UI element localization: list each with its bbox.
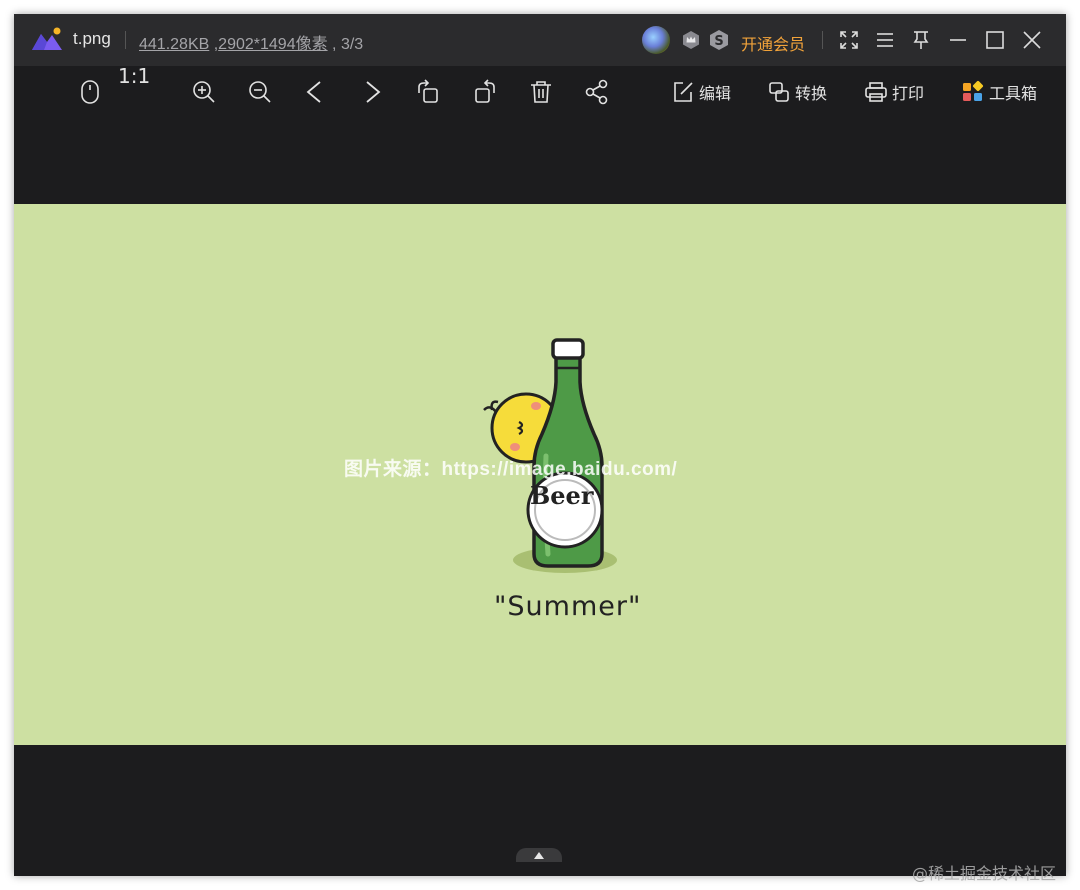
minimize-button[interactable] [944, 26, 972, 54]
file-info: 441.28KB ,2902*1494像素 , 3/3 [139, 30, 363, 54]
edit-label: 编辑 [699, 86, 732, 103]
svg-text:S: S [714, 34, 723, 49]
toolbar: 编辑 转换 打印 工具箱 [14, 66, 1066, 116]
convert-label: 转换 [795, 86, 828, 103]
app-logo-icon [32, 27, 62, 50]
mouse-icon [81, 80, 99, 104]
menu-icon [877, 33, 893, 47]
edit-button[interactable]: 编辑 [671, 79, 731, 105]
pin-icon [913, 31, 929, 49]
prev-icon [306, 81, 321, 103]
title-bar: t.png 441.28KB ,2902*1494像素 , 3/3 S 开通会员 [14, 14, 1066, 66]
menu-button[interactable] [871, 26, 899, 54]
comma: , [209, 36, 219, 53]
zoom-out-button[interactable] [246, 78, 274, 106]
close-icon [1023, 31, 1041, 49]
share-button[interactable] [583, 78, 611, 106]
share-icon [585, 79, 608, 105]
toolbox-button[interactable]: 工具箱 [961, 79, 1037, 105]
print-button[interactable]: 打印 [864, 79, 924, 105]
dimensions-link[interactable]: 2902*1494像素 [218, 36, 327, 53]
print-icon [865, 82, 887, 102]
image-watermark: 图片来源：https://image.baidu.com/ [344, 459, 678, 480]
rotate-left-icon [418, 79, 438, 103]
divider [125, 31, 126, 49]
next-icon [366, 81, 381, 103]
next-button[interactable] [358, 78, 386, 106]
convert-icon [769, 82, 789, 102]
beer-bottle-illustration [526, 338, 604, 568]
close-button[interactable] [1018, 26, 1046, 54]
image-caption: "Summer" [494, 591, 642, 622]
vip-button[interactable]: 开通会员 [741, 31, 805, 55]
avatar[interactable] [642, 26, 670, 54]
expand-up-icon [534, 851, 544, 859]
fullscreen-icon [840, 31, 858, 49]
expand-thumbnails-button[interactable] [516, 848, 562, 862]
comma: , [327, 36, 341, 53]
zoom-in-button[interactable] [190, 78, 218, 106]
rotate-right-icon [475, 79, 495, 103]
zoom-out-icon [249, 81, 271, 103]
maximize-icon [986, 31, 1004, 49]
pin-button[interactable] [907, 26, 935, 54]
s-badge-icon[interactable]: S [708, 29, 730, 51]
minimize-icon [950, 39, 966, 41]
image-canvas[interactable]: Beer 图片来源：https://image.baidu.com/ "Summ… [14, 204, 1066, 745]
toolbox-label: 工具箱 [989, 86, 1038, 103]
rotate-right-button[interactable] [471, 78, 499, 106]
file-name: t.png [73, 29, 111, 48]
fullscreen-button[interactable] [835, 26, 863, 54]
file-size-link[interactable]: 441.28KB [139, 36, 209, 53]
divider [822, 31, 823, 49]
rotate-left-button[interactable] [414, 78, 442, 106]
delete-button[interactable] [527, 78, 555, 106]
mouse-mode-button[interactable] [76, 78, 104, 106]
convert-button[interactable]: 转换 [767, 79, 827, 105]
delete-icon [531, 81, 551, 103]
edit-icon [674, 82, 693, 102]
previous-button[interactable] [301, 78, 329, 106]
actual-size-button[interactable]: 1:1 [118, 64, 150, 88]
bottle-label-text: Beer [530, 481, 594, 510]
toolbox-icon [963, 80, 984, 101]
community-watermark: @稀土掘金技术社区 [912, 864, 1057, 883]
image-position: 3/3 [340, 36, 364, 53]
crown-badge-icon[interactable] [680, 29, 702, 51]
print-label: 打印 [892, 86, 925, 103]
zoom-in-icon [193, 81, 215, 103]
maximize-button[interactable] [981, 26, 1009, 54]
image-viewer-window: t.png 441.28KB ,2902*1494像素 , 3/3 S 开通会员 [14, 14, 1066, 876]
